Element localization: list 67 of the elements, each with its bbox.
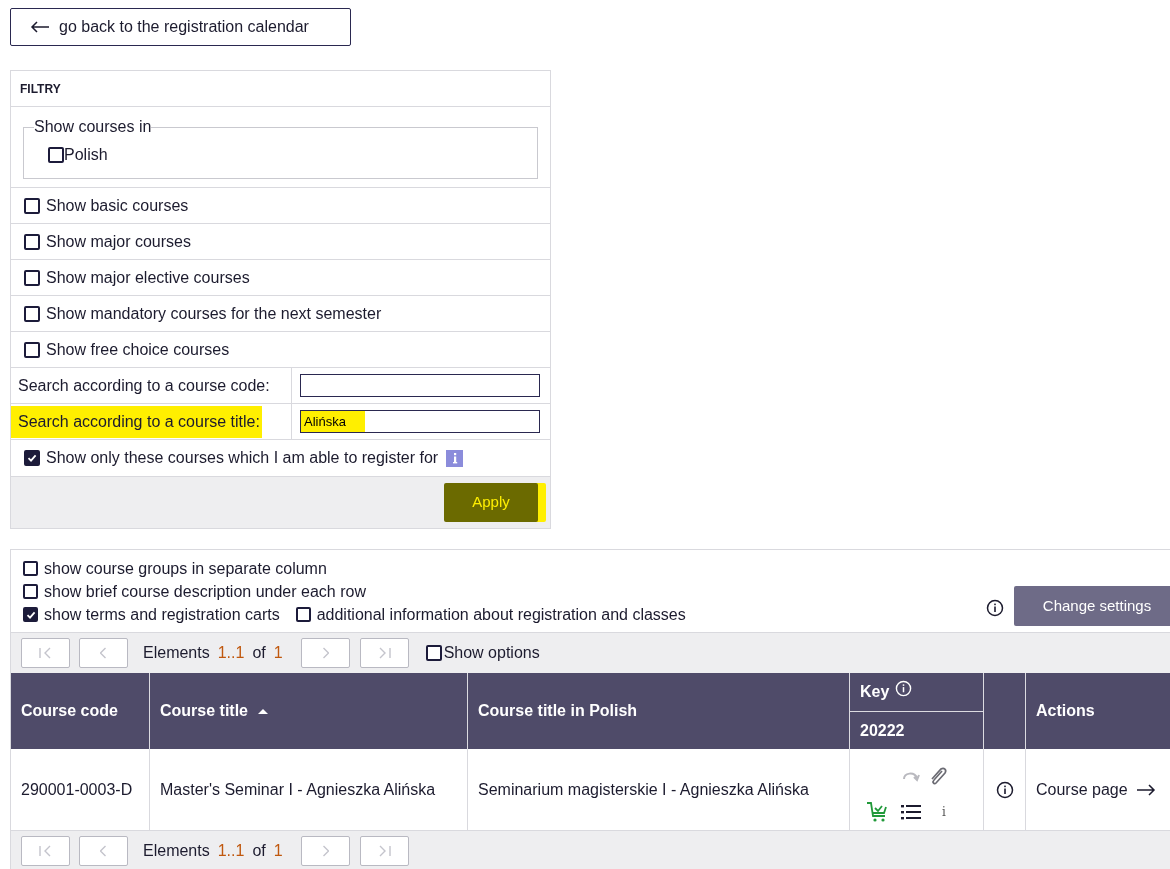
checkbox-label: Show major courses xyxy=(46,231,191,252)
pager-label: of xyxy=(252,643,266,663)
list-icon[interactable] xyxy=(900,803,922,822)
column-header: Actions xyxy=(1036,701,1095,721)
checkbox-label: Show mandatory courses for the next semester xyxy=(46,303,382,324)
checkbox[interactable] xyxy=(24,450,40,466)
chevron-icon xyxy=(321,647,329,659)
checkbox-label: Show basic courses xyxy=(46,195,189,216)
checkbox-label: show brief course description under each row xyxy=(44,581,366,602)
table-cell-text: Master's Seminar I - Agnieszka Alińska xyxy=(160,779,436,800)
change-settings-button[interactable]: Change settings xyxy=(1014,586,1170,626)
checkbox-label: Show major elective courses xyxy=(46,267,250,288)
checkbox[interactable] xyxy=(23,607,38,622)
bar-chevron-icon xyxy=(38,647,53,659)
term-header: 20222 xyxy=(860,720,905,741)
pager-range: 1..1 xyxy=(217,643,245,663)
fieldset-legend: Show courses in xyxy=(34,115,152,139)
pager-total: 1 xyxy=(273,841,283,861)
checkmark-icon xyxy=(27,453,37,463)
pager-range: 1..1 xyxy=(217,841,245,861)
column-header: Course title in Polish xyxy=(478,701,638,721)
course-page-link[interactable]: Course page xyxy=(1036,777,1156,802)
info-icon[interactable] xyxy=(986,599,1004,617)
back-button[interactable]: go back to the registration calendar xyxy=(10,8,351,46)
checkbox[interactable] xyxy=(48,147,64,163)
bar-chevron-icon xyxy=(38,845,53,857)
checkbox-label: additional information about registration and classes xyxy=(316,604,686,625)
checkbox[interactable] xyxy=(24,233,40,250)
table-cell-text: Seminarium magisterskie I - Agnieszka Alińska xyxy=(478,779,809,800)
filter-heading: FILTRY xyxy=(20,80,61,98)
checkbox[interactable] xyxy=(24,269,40,286)
search-label: Search according to a course code: xyxy=(17,375,271,396)
chevron-icon xyxy=(100,647,107,659)
checkbox-label: show terms and registration carts xyxy=(44,604,280,625)
checkbox[interactable] xyxy=(23,584,38,599)
column-header: Course code xyxy=(21,701,118,721)
sort-up-icon xyxy=(258,708,268,714)
search-field[interactable] xyxy=(300,374,540,397)
checkmark-icon xyxy=(25,609,36,620)
pager-label: Elements xyxy=(143,643,210,663)
info-icon[interactable] xyxy=(995,780,1014,799)
pager-label: Elements xyxy=(143,841,210,861)
bar-chevron-icon xyxy=(377,845,392,857)
pager-label: of xyxy=(252,841,266,861)
chevron-icon xyxy=(321,845,329,857)
bar-chevron-icon xyxy=(377,647,392,659)
checkbox[interactable] xyxy=(23,561,38,576)
search-field[interactable]: Alińska xyxy=(300,410,540,433)
checkbox-label: Polish xyxy=(64,145,108,165)
table-cell-text: 290001-0003-D xyxy=(21,779,133,800)
checkbox-label: Show free choice courses xyxy=(46,339,230,360)
checkbox-label: show course groups in separate column xyxy=(44,558,327,579)
checkbox[interactable] xyxy=(425,645,442,661)
checkbox[interactable] xyxy=(24,197,40,214)
column-header[interactable]: Course title xyxy=(160,699,268,723)
pager-total: 1 xyxy=(273,643,283,663)
checkbox[interactable] xyxy=(24,341,40,358)
arrow-left-icon xyxy=(30,21,50,33)
checkbox-label: Show options xyxy=(443,643,540,663)
checkbox-label: Show only these courses which I am able to register for xyxy=(46,448,439,468)
checkbox[interactable] xyxy=(24,305,40,322)
checkbox[interactable] xyxy=(295,607,311,622)
chevron-icon xyxy=(100,845,107,857)
info-link[interactable]: i xyxy=(936,803,960,822)
arrow-right-icon xyxy=(1135,783,1156,796)
column-header: Key xyxy=(860,682,890,702)
search-label: Search according to a course title: xyxy=(11,405,262,438)
